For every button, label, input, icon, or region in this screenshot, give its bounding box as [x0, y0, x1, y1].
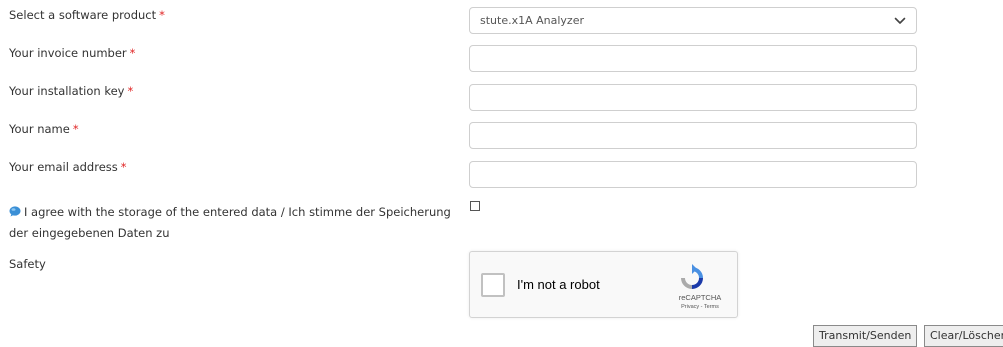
- installation-key-field[interactable]: [469, 84, 917, 111]
- consent-text-block: I agree with the storage of the entered …: [9, 202, 469, 244]
- recaptcha-checkbox[interactable]: [481, 273, 505, 297]
- transmit-button[interactable]: Transmit/Senden: [813, 325, 918, 347]
- required-mark: *: [159, 8, 165, 22]
- product-label-text: Select a software product: [9, 8, 157, 22]
- required-mark: *: [129, 46, 136, 60]
- software-registration-form: Select a software product * stute.x1A Ana…: [0, 0, 1003, 347]
- recaptcha-brand: reCAPTCHA: [678, 293, 722, 302]
- invoice-label: Your invoice number *: [9, 43, 135, 63]
- required-mark: *: [72, 122, 79, 136]
- invoice-label-text: Your invoice number: [9, 46, 127, 60]
- name-label-text: Your name: [9, 122, 70, 136]
- required-mark: *: [127, 84, 134, 98]
- installation-key-label: Your installation key *: [9, 81, 133, 101]
- product-select[interactable]: stute.x1A Analyzer: [469, 7, 917, 34]
- clear-button[interactable]: Clear/Löschen: [924, 325, 1003, 347]
- recaptcha-privacy-terms-link[interactable]: Privacy - Terms: [670, 304, 730, 310]
- invoice-number-field[interactable]: [469, 45, 917, 72]
- consent-text: I agree with the storage of the entered …: [9, 205, 451, 240]
- name-field[interactable]: [469, 122, 917, 149]
- chevron-down-icon: [894, 17, 906, 24]
- email-field[interactable]: [469, 161, 917, 188]
- recaptcha-widget: I'm not a robot reCAPTCHA Privacy - Term…: [469, 251, 738, 318]
- consent-checkbox[interactable]: [470, 201, 480, 211]
- name-label: Your name *: [9, 119, 79, 139]
- installation-key-label-text: Your installation key: [9, 84, 125, 98]
- product-selected-value: stute.x1A Analyzer: [480, 14, 584, 27]
- email-label-text: Your email address: [9, 160, 118, 174]
- email-label: Your email address *: [9, 157, 127, 177]
- recaptcha-logo-icon: [681, 264, 703, 289]
- recaptcha-label: I'm not a robot: [517, 277, 600, 292]
- safety-label: Safety: [9, 257, 46, 271]
- required-mark: *: [120, 160, 127, 174]
- info-icon: [9, 206, 21, 217]
- product-label: Select a software product *: [9, 5, 165, 25]
